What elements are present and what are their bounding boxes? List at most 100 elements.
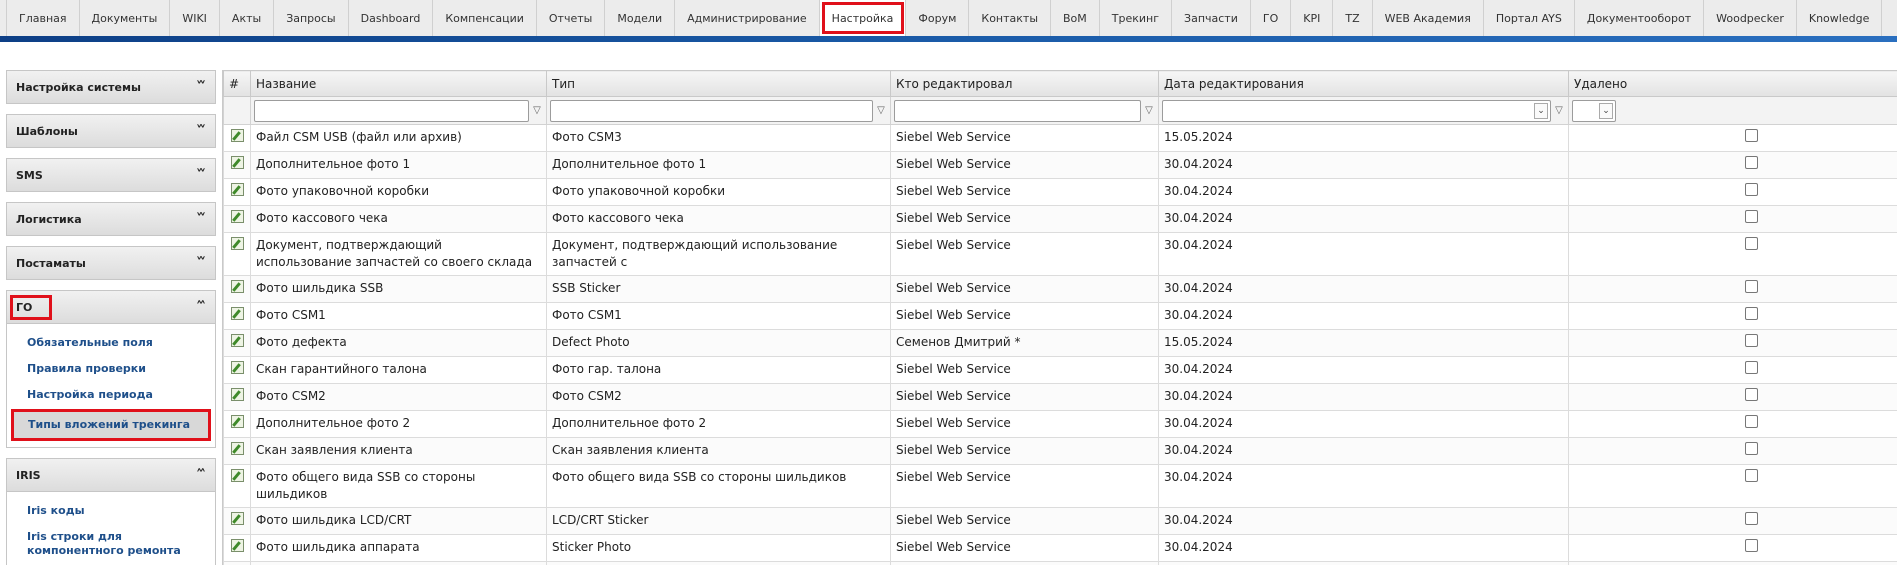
chevron-double-up-icon[interactable]: ˄˄ xyxy=(196,469,206,482)
deleted-checkbox[interactable] xyxy=(1744,280,1758,293)
edit-icon[interactable] xyxy=(230,237,244,250)
editor-filter-input[interactable] xyxy=(894,99,1141,122)
edit-icon[interactable] xyxy=(230,156,244,169)
table-row[interactable]: Фото общего вида SSB со стороны шильдико… xyxy=(223,464,1897,508)
chevron-double-down-icon[interactable]: ˅˅ xyxy=(196,169,206,182)
deleted-checkbox[interactable] xyxy=(1744,129,1758,142)
nav-item-14[interactable]: Трекинг xyxy=(1100,0,1173,36)
sidebar-link[interactable]: Правила проверки xyxy=(13,356,209,382)
edit-icon[interactable] xyxy=(230,415,244,428)
nav-item-21[interactable]: Документооборот xyxy=(1575,0,1705,36)
filter-icon[interactable]: ▽ xyxy=(875,105,887,116)
nav-item-1[interactable]: Документы xyxy=(80,0,171,36)
nav-item-15[interactable]: Запчасти xyxy=(1172,0,1251,36)
nav-item-2[interactable]: WIKI xyxy=(170,0,220,36)
edit-icon[interactable] xyxy=(230,307,244,320)
deleted-checkbox[interactable] xyxy=(1744,388,1758,401)
sidebar-section-header[interactable]: Постаматы ˅˅ xyxy=(6,246,216,280)
edit-icon[interactable] xyxy=(230,334,244,347)
nav-item-5[interactable]: Dashboard xyxy=(349,0,434,36)
name-filter-input[interactable] xyxy=(254,99,529,122)
column-header-deleted[interactable]: Удалено xyxy=(1568,70,1897,97)
date-filter-input[interactable]: ⌄ xyxy=(1162,99,1551,122)
nav-item-23[interactable]: Knowledge xyxy=(1797,0,1883,36)
deleted-checkbox[interactable] xyxy=(1744,469,1758,482)
table-row[interactable]: Фото комплектацииФото полной комплектаци… xyxy=(223,561,1897,565)
filter-icon[interactable]: ▽ xyxy=(531,105,543,116)
filter-icon[interactable]: ▽ xyxy=(1553,105,1565,116)
sidebar-section-header[interactable]: Настройка системы ˅˅ xyxy=(6,70,216,104)
edit-icon[interactable] xyxy=(230,512,244,525)
table-row[interactable]: Фото CSM2 Фото CSM2 Siebel Web Service 30.0… xyxy=(223,383,1897,411)
deleted-checkbox[interactable] xyxy=(1744,415,1758,428)
deleted-checkbox[interactable] xyxy=(1744,512,1758,525)
table-row[interactable]: Документ, подтверждающий использование з… xyxy=(223,232,1897,276)
table-row[interactable]: Дополнительное фото 2 Дополнительное фото… xyxy=(223,410,1897,438)
table-row[interactable]: Скан гарантийного талона Фото гар. талона… xyxy=(223,356,1897,384)
chevron-double-down-icon[interactable]: ˅˅ xyxy=(196,81,206,94)
nav-item-18[interactable]: TZ xyxy=(1333,0,1373,36)
nav-item-0[interactable]: Главная xyxy=(6,0,80,36)
sidebar-section-header[interactable]: Логистика ˅˅ xyxy=(6,202,216,236)
type-filter-input[interactable] xyxy=(550,99,873,122)
table-row[interactable]: Фото шильдика аппарата Sticker Photo Siebe… xyxy=(223,534,1897,562)
nav-item-8[interactable]: Модели xyxy=(605,0,676,36)
edit-icon[interactable] xyxy=(230,361,244,374)
nav-item-17[interactable]: KPI xyxy=(1291,0,1334,36)
nav-item-19[interactable]: WEB Академия xyxy=(1373,0,1484,36)
sidebar-section-header[interactable]: ГО ˄˄ xyxy=(6,290,216,324)
sidebar-link[interactable]: Обязательные поля xyxy=(13,330,209,356)
sidebar-link[interactable]: Настройка периода xyxy=(13,382,209,408)
deleted-checkbox[interactable] xyxy=(1744,442,1758,455)
sidebar-section-header[interactable]: SMS ˅˅ xyxy=(6,158,216,192)
deleted-checkbox[interactable] xyxy=(1744,210,1758,223)
sidebar-link[interactable]: Iris коды xyxy=(13,498,209,524)
deleted-checkbox[interactable] xyxy=(1744,183,1758,196)
chevron-down-icon[interactable]: ⌄ xyxy=(1534,102,1548,119)
deleted-checkbox[interactable] xyxy=(1744,361,1758,374)
nav-item-9[interactable]: Администрирование xyxy=(675,0,820,36)
edit-icon[interactable] xyxy=(230,280,244,293)
nav-item-22[interactable]: Woodpecker xyxy=(1704,0,1797,36)
chevron-double-down-icon[interactable]: ˅˅ xyxy=(196,213,206,226)
nav-item-10[interactable]: Настройка xyxy=(819,0,907,36)
edit-icon[interactable] xyxy=(230,539,244,552)
deleted-checkbox[interactable] xyxy=(1744,539,1758,552)
table-row[interactable]: Скан заявления клиента Скан заявления кли… xyxy=(223,437,1897,465)
table-row[interactable]: Фото CSM1 Фото CSM1 Siebel Web Service 30.0… xyxy=(223,302,1897,330)
chevron-down-icon[interactable]: ⌄ xyxy=(1599,102,1613,119)
edit-icon[interactable] xyxy=(230,469,244,482)
nav-item-13[interactable]: BoM xyxy=(1051,0,1100,36)
deleted-checkbox[interactable] xyxy=(1744,334,1758,347)
column-header-name[interactable]: Название xyxy=(250,70,547,97)
table-row[interactable]: Фото упаковочной коробки Фото упаковочной… xyxy=(223,178,1897,206)
edit-icon[interactable] xyxy=(230,129,244,142)
column-header-editor[interactable]: Кто редактировал xyxy=(890,70,1159,97)
table-row[interactable]: Файл CSM USB (файл или архив) Фото CSM3 Si… xyxy=(223,124,1897,152)
nav-item-7[interactable]: Отчеты xyxy=(537,0,606,36)
nav-item-11[interactable]: Форум xyxy=(906,0,970,36)
column-header-type[interactable]: Тип xyxy=(546,70,891,97)
table-row[interactable]: Дополнительное фото 1 Дополнительное фото… xyxy=(223,151,1897,179)
table-row[interactable]: Фото кассового чека Фото кассового чека Si… xyxy=(223,205,1897,233)
nav-item-4[interactable]: Запросы xyxy=(274,0,349,36)
chevron-double-down-icon[interactable]: ˅˅ xyxy=(196,125,206,138)
sidebar-link[interactable]: Iris строки для компонентного ремонта xyxy=(13,524,209,564)
nav-item-12[interactable]: Контакты xyxy=(969,0,1052,36)
chevron-double-up-icon[interactable]: ˄˄ xyxy=(196,301,206,314)
edit-icon[interactable] xyxy=(230,183,244,196)
nav-item-16[interactable]: ГО xyxy=(1251,0,1292,36)
nav-item-20[interactable]: Портал AYS xyxy=(1484,0,1575,36)
chevron-double-down-icon[interactable]: ˅˅ xyxy=(196,257,206,270)
table-row[interactable]: Фото дефекта Defect Photo Семенов Дмитрий … xyxy=(223,329,1897,357)
edit-icon[interactable] xyxy=(230,388,244,401)
nav-item-6[interactable]: Компенсации xyxy=(433,0,537,36)
deleted-checkbox[interactable] xyxy=(1744,156,1758,169)
edit-icon[interactable] xyxy=(230,210,244,223)
deleted-filter-select[interactable]: ⌄ xyxy=(1572,99,1616,122)
table-row[interactable]: Фото шильдика SSB SSB Sticker Siebel Web S… xyxy=(223,275,1897,303)
sidebar-section-header[interactable]: Шаблоны ˅˅ xyxy=(6,114,216,148)
deleted-checkbox[interactable] xyxy=(1744,237,1758,250)
sidebar-link[interactable]: Типы вложений трекинга xyxy=(11,409,211,441)
column-header-date[interactable]: Дата редактирования xyxy=(1158,70,1569,97)
